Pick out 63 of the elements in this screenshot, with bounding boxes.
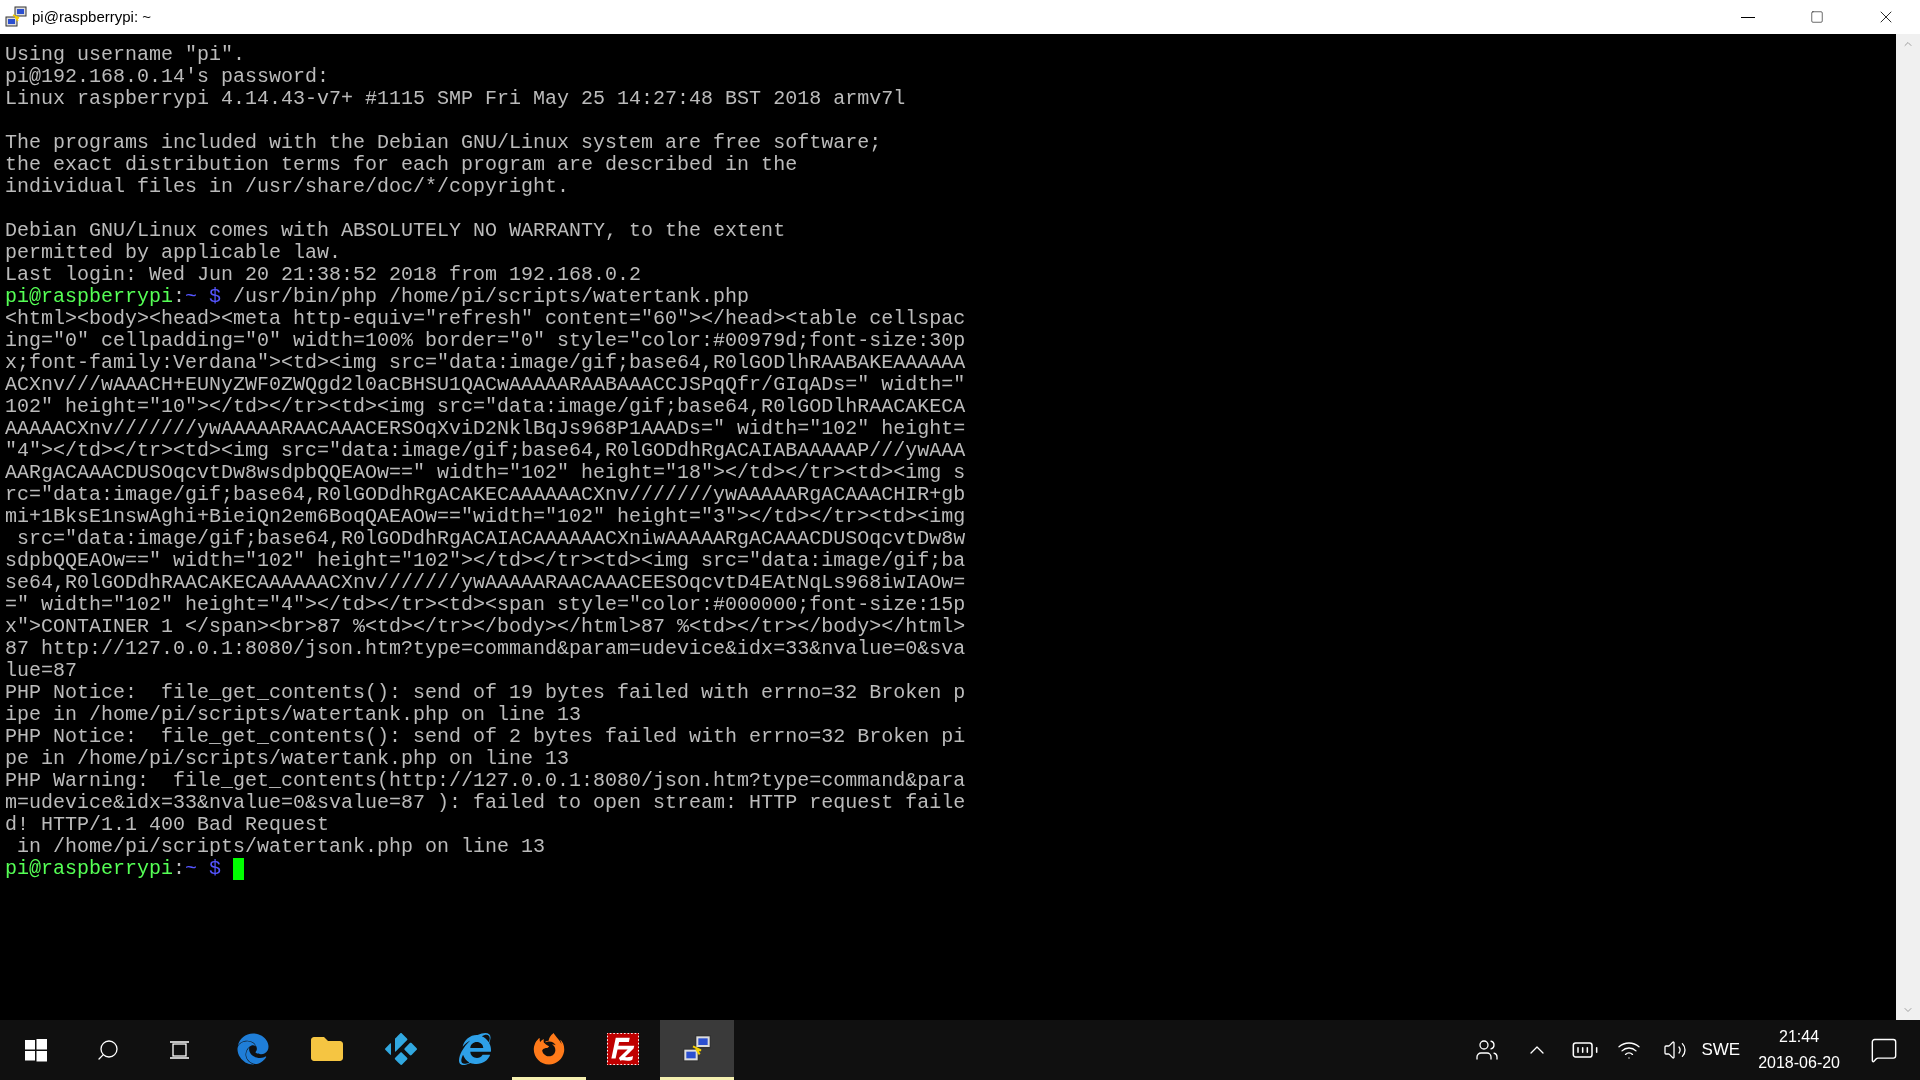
clock-date: 2018-06-20 — [1758, 1053, 1840, 1073]
terminal-line: 102" height="10"></td></tr><td><img src="data:image/gif;base64,R0lGODlhRAACAKECA — [5, 396, 966, 418]
taskbar-app[interactable] — [660, 1020, 734, 1080]
terminal-line: se64,R0lGODdhRAACAKECAAAAAACXnv///////ywAAAAARAACAAACEESOqcvtD4EAtNqLs968iwIAOw= — [5, 572, 966, 594]
task-view-icon — [168, 1038, 192, 1062]
edge-browser-icon — [237, 1032, 269, 1065]
terminal-line: AARgACAAACDUSOqcvtDw8wsdpbQQEAOw==" width="102" height="18"></td></tr><td><img s — [5, 462, 966, 484]
terminal-line: Linux raspberrypi 4.14.43-v7+ #1115 SMP Fri May 25 14:27:48 BST 2018 armv7l — [5, 88, 906, 110]
terminal-line: PHP Notice: file_get_contents(): send of 19 bytes failed with errno=32 Broken p — [5, 682, 966, 704]
terminal-line: Last login: Wed Jun 20 21:38:52 2018 from 192.168.0.2 — [5, 264, 642, 286]
prompt-user-host: pi@raspberrypi — [5, 858, 174, 880]
volume-icon[interactable] — [1663, 1038, 1688, 1062]
people-icon[interactable] — [1475, 1038, 1500, 1062]
putty-icon — [4, 5, 28, 29]
terminal-line: Debian GNU/Linux comes with ABSOLUTELY NO WARRANTY, to the extent — [5, 220, 786, 242]
windows-logo-icon — [24, 1038, 48, 1062]
terminal-command: /usr/bin/php /home/pi/scripts/watertank.php — [232, 286, 749, 308]
terminal-line: in /home/pi/scripts/watertank.php on line 13 — [16, 836, 546, 858]
clock[interactable]: 21:44 2018-06-20 — [1758, 1024, 1840, 1076]
minimize-icon — [1740, 16, 1755, 18]
prompt-path: ~ — [185, 858, 198, 880]
prompt-separator: : — [173, 858, 186, 880]
terminal-line: pi@192.168.0.14's password: — [5, 66, 330, 88]
prompt-separator: : — [173, 286, 186, 308]
terminal-line: individual files in /usr/share/doc/*/copyright. — [5, 176, 570, 198]
terminal-line: 87 http://127.0.0.1:8080/json.htm?type=command&param=udevice&idx=33&nvalue=0&sva — [5, 638, 966, 660]
prompt-user-host: pi@raspberrypi — [5, 286, 174, 308]
terminal-line: x">CONTAINER 1 </span><br>87 %<td></tr></body></html>87 %<td></tr></body></html> — [5, 616, 966, 638]
terminal-line: ACXnv///wAAACH+EUNyZWF0ZWQgd2l0aCBHSU1QACwAAAAARAABAAACCJSPqQfr/GIqADs=" width=" — [5, 374, 966, 396]
terminal-line: lue=87 — [5, 660, 77, 682]
kodi-icon — [385, 1032, 417, 1065]
terminal-line: the exact distribution terms for each program are described in the — [5, 154, 798, 176]
prompt-symbol: $ — [209, 858, 222, 880]
terminal-line: =" width="102" height="4"></td></tr><td><span style="color:#000000;font-size:15p — [5, 594, 966, 616]
window-title: pi@raspberrypi: ~ — [32, 6, 152, 27]
language-indicator[interactable]: SWE — [1701, 1037, 1741, 1063]
internet-explorer-icon — [459, 1032, 491, 1065]
terminal-line: Using username "pi". — [5, 44, 246, 66]
terminal-line: permitted by applicable law. — [5, 242, 342, 264]
prompt-path: ~ — [185, 286, 198, 308]
notification-icon[interactable] — [1870, 1036, 1898, 1064]
terminal-line: rc="data:image/gif;base64,R0lGODdhRgACAKECAAAAAACXnv///////ywAAAAARgACAAACHIR+gb — [5, 484, 966, 506]
prompt-symbol: $ — [209, 286, 222, 308]
terminal-line: PHP Warning: file_get_contents(http://127.0.0.1:8080/json.htm?type=command&para — [5, 770, 966, 792]
terminal-line: The programs included with the Debian GNU/Linux system are free software; — [5, 132, 882, 154]
terminal-line: pe in /home/pi/scripts/watertank.php on line 13 — [5, 748, 570, 770]
restore-icon — [1809, 10, 1824, 24]
terminal-line: ipe in /home/pi/scripts/watertank.php on line 13 — [5, 704, 582, 726]
terminal-line: "4"></td></tr><td><img src="data:image/gif;base64,R0lGODdhRgACAIABAAAAAP///ywAAA — [5, 440, 966, 462]
search-icon — [96, 1038, 120, 1062]
terminal-line: AAAAACXnv///////ywAAAAARAACAAACERSOqXviD2NklBqJs968P1AAADs=" width="102" height= — [5, 418, 966, 440]
terminal-line: PHP Notice: file_get_contents(): send of 2 bytes failed with errno=32 Broken pi — [5, 726, 966, 748]
terminal-line: src="data:image/gif;base64,R0lGODdhRgACAIACAAAAAACXniwAAAAARgACAAACDUSOqcvtDw8w — [16, 528, 966, 550]
terminal-line: mi+1BksE1nswAghi+BieiQn2em6BoqQAEAOw=="width="102" height="3"></td></tr><td><img — [5, 506, 966, 528]
clock-time: 21:44 — [1779, 1027, 1820, 1047]
terminal-line: d! HTTP/1.1 400 Bad Request — [5, 814, 330, 836]
terminal-line: m=udevice&idx=33&nvalue=0&svalue=87 ): failed to open stream: HTTP request faile — [5, 792, 966, 814]
filezilla-icon — [607, 1032, 639, 1065]
terminal-line: x;font-family:Verdana"><td><img src="data:image/gif;base64,R0lGODlhRAABAKEAAAAAA — [5, 352, 966, 374]
terminal-line: <html><body><head><meta http-equiv="refresh" content="60"></head><table cellspac — [5, 308, 966, 330]
firefox-icon — [533, 1032, 565, 1065]
terminal-line: ing="0" cellpadding="0" width=100% border="0" style="color:#00979d;font-size:30p — [5, 330, 966, 352]
terminal-line: sdpbQQEAOw==" width="102" height="102"></td></tr><td><img src="data:image/gif;ba — [5, 550, 966, 572]
